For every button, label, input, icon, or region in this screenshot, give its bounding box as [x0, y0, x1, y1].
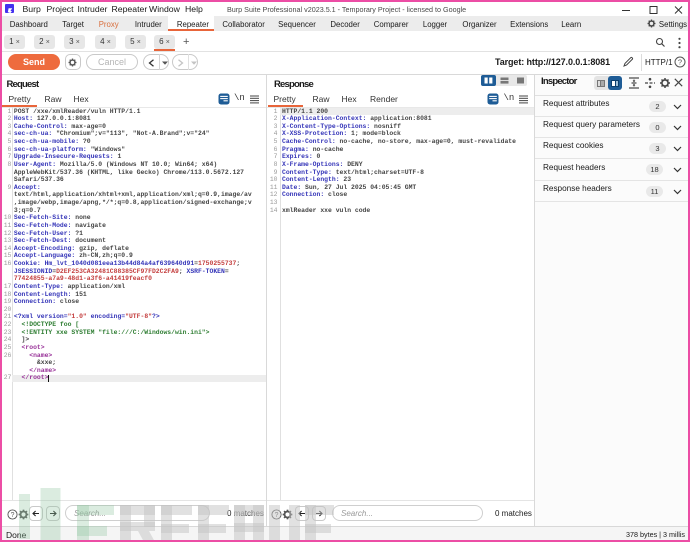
svg-text:?: ?: [678, 58, 682, 67]
